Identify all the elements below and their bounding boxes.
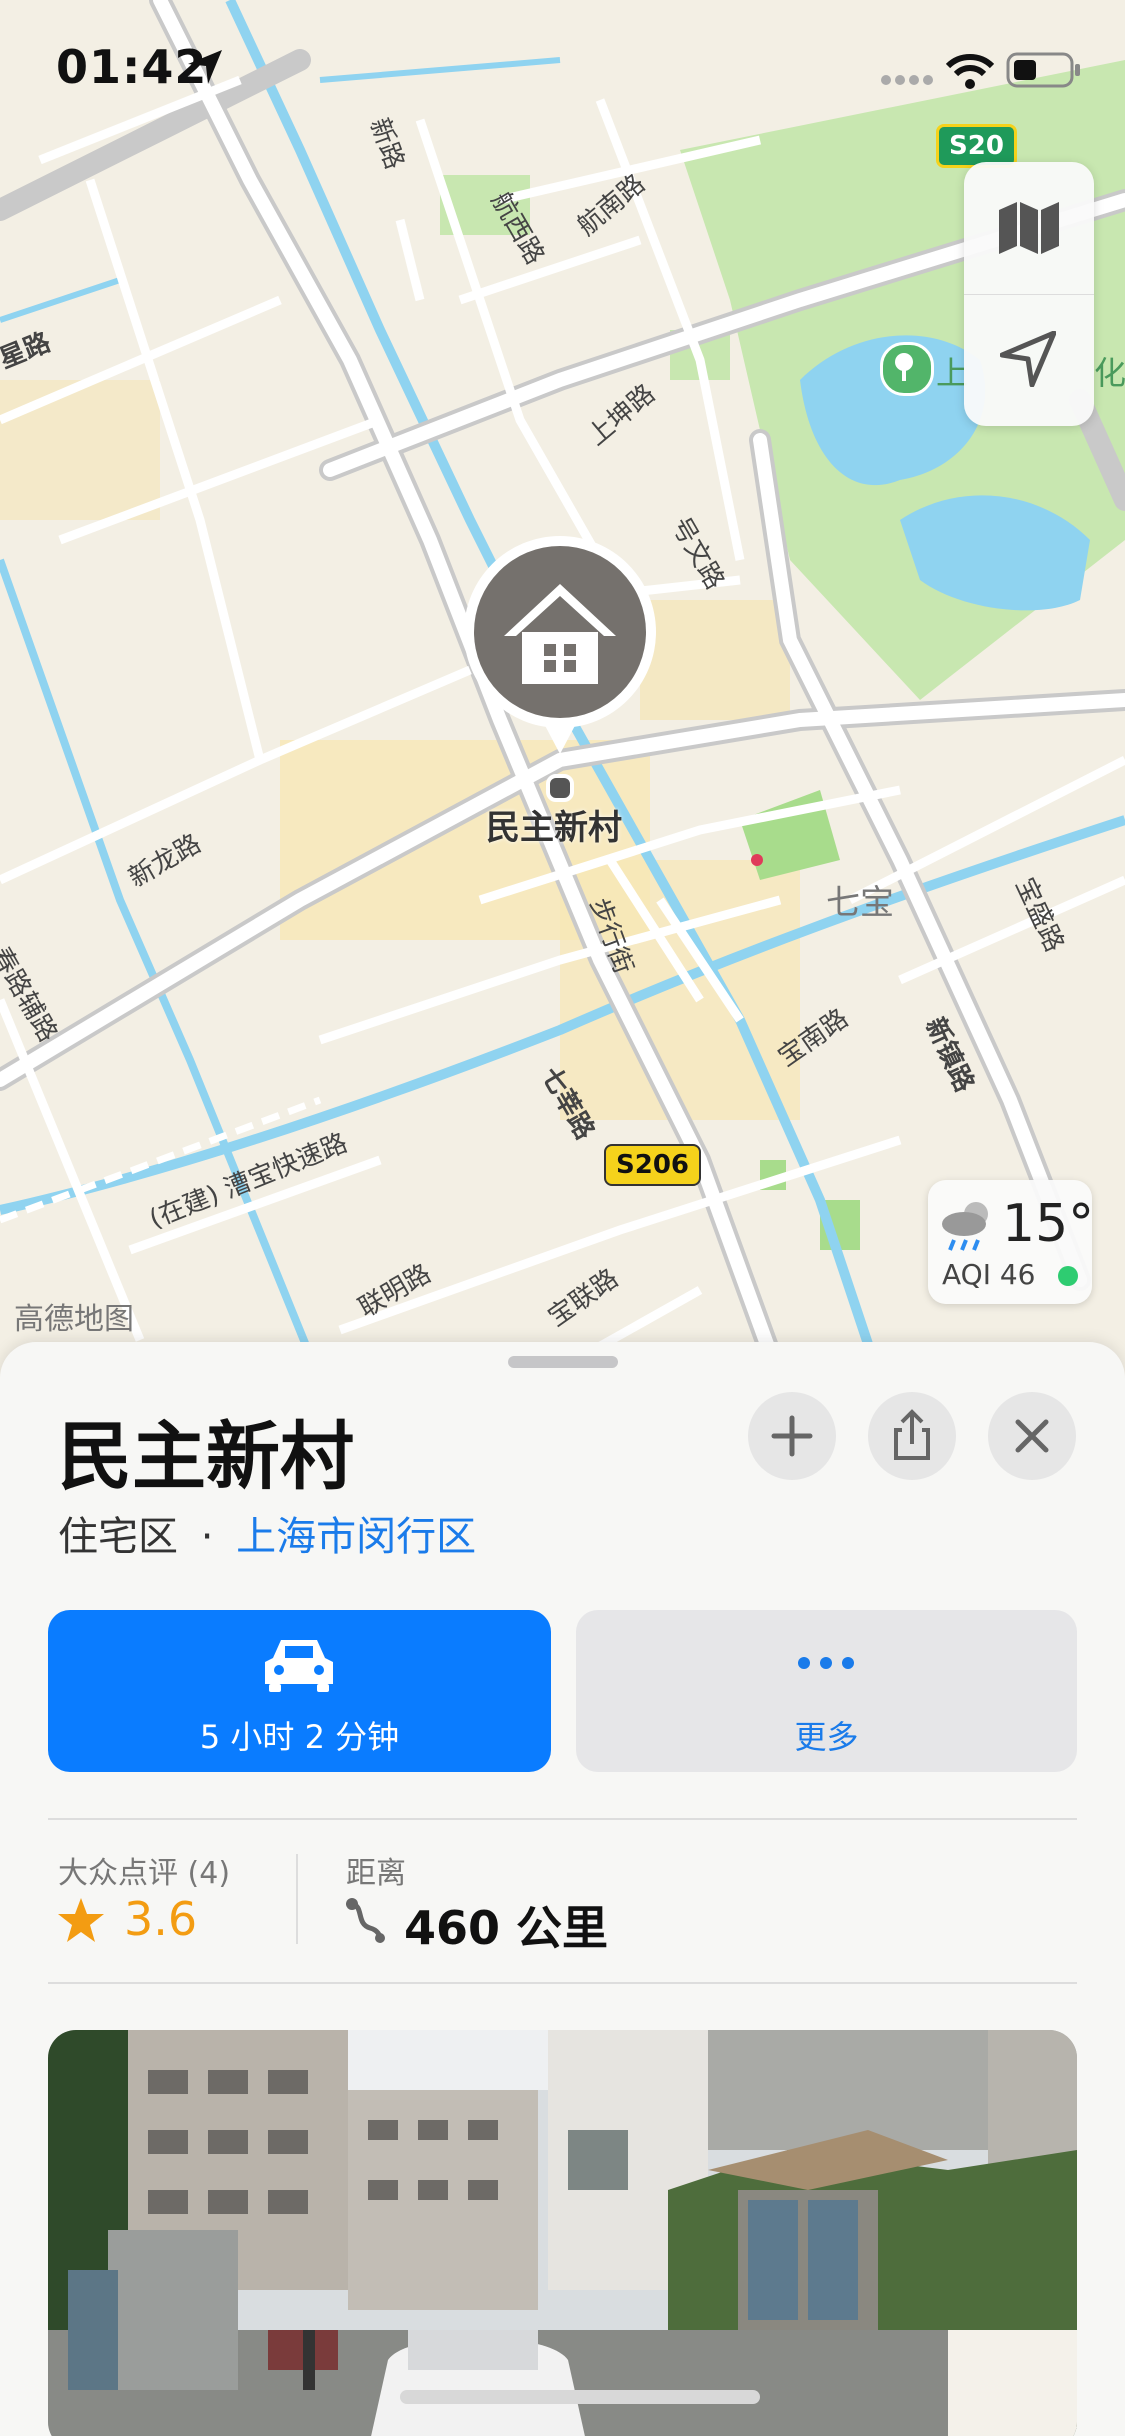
directions-button[interactable]: 5 小时 2 分钟 [48,1610,551,1772]
share-button[interactable] [868,1392,956,1480]
aqi-value: AQI 46 [942,1258,1036,1291]
location-arrow-icon [188,50,222,84]
park-marker[interactable] [880,342,934,396]
pin-dot [546,774,574,802]
distance-label: 距离 [346,1856,406,1891]
place-label: 民主新村 [486,808,622,848]
divider [48,1982,1077,1984]
park-label: 化 [1094,354,1125,392]
aqi-dot [1058,1266,1078,1286]
location-icon [1000,331,1056,387]
status-time: 01:42 [56,40,208,94]
rating-value: 3.6 [124,1892,198,1946]
divider [48,1818,1077,1820]
place-photo[interactable] [48,2030,1077,2436]
star-icon [58,1898,104,1942]
map-mode-button[interactable] [964,162,1094,294]
weather-widget[interactable]: 15° AQI 46 [928,1180,1095,1304]
route-icon [346,1898,385,1943]
map-watermark: 高德地图 [14,1302,134,1337]
battery-icon [1006,52,1080,88]
distance-value: 460 公里 [404,1901,609,1955]
map-view[interactable]: 新路 航西路 航南路 上坤路 号文路 星路 新龙路 步行街 七莘路 宝南路 新镇… [0,0,1125,1380]
add-icon [771,1415,813,1457]
place-pin[interactable] [460,536,660,754]
home-icon [504,584,616,684]
close-button[interactable] [988,1392,1076,1480]
place-title: 民主新村 [58,1414,354,1500]
locate-button[interactable] [964,295,1094,426]
more-label: 更多 [794,1718,859,1756]
share-icon [894,1409,930,1460]
place-card: 民主新村 住宅区 · 上海市闵行区 5 小时 2 分钟 更多 大众点评 (4) … [0,1342,1125,2436]
temperature: 15° [1002,1194,1095,1254]
more-icon [798,1657,854,1669]
signal-icon [881,75,933,85]
place-subtitle: 住宅区 · 上海市闵行区 [58,1504,476,1562]
subtitle-separator: · [200,1514,214,1560]
cloud-rain-icon [942,1202,988,1251]
car-icon [265,1640,333,1692]
add-button[interactable] [748,1392,836,1480]
highway-shield: S206 [604,1144,701,1186]
review-label: 大众点评 (4) [58,1856,231,1891]
map-icon [999,202,1059,254]
more-button[interactable]: 更多 [576,1610,1077,1772]
home-indicator[interactable] [400,2390,760,2404]
map-controls [964,162,1094,426]
status-bar: 01:42 [0,0,1125,140]
place-region-link[interactable]: 上海市闵行区 [236,1514,476,1560]
wifi-icon [946,54,994,89]
stat-divider [296,1854,298,1944]
sheet-grabber[interactable] [508,1356,618,1368]
district-label: 七宝 [826,883,894,923]
close-icon [1015,1419,1049,1453]
place-category: 住宅区 [58,1514,178,1560]
drive-time-label: 5 小时 2 分钟 [199,1718,400,1756]
